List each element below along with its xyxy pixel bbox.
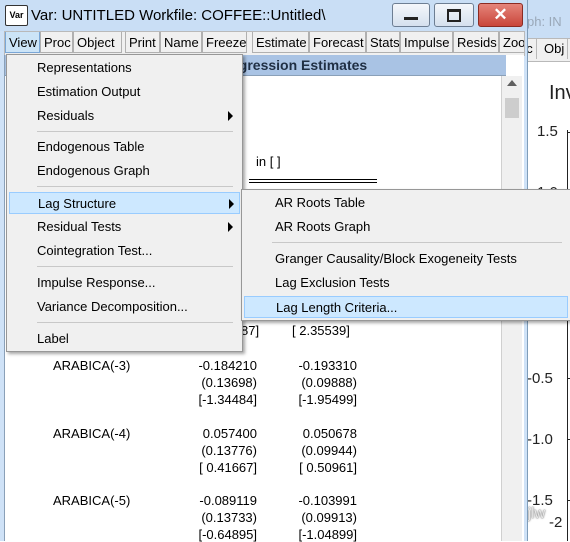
close-icon: ✕ [493,5,508,24]
menu-item-residuals[interactable]: Residuals [9,105,238,127]
variable-label: ARABICA(-3) [53,358,131,373]
table-rule [249,179,377,180]
y-tick-label: -1.0 [527,431,553,448]
menu-item-estimation-output[interactable]: Estimation Output [9,81,238,103]
t-cell: [ 0.50961] [299,460,357,475]
variable-label: ARABICA(-4) [53,426,131,441]
menu-item-endogenous-graph[interactable]: Endogenous Graph [9,160,238,182]
y-tick-label: -2 [549,514,563,531]
name-button[interactable]: Name [160,32,202,53]
stats-button[interactable]: Stats [366,32,400,53]
coef-cell: -0.193310 [298,358,357,373]
variable-label: ARABICA(-5) [53,493,131,508]
scroll-thumb[interactable] [505,98,519,118]
forecast-button[interactable]: Forecast [309,32,366,53]
graph-title: Inv [549,82,570,104]
t-cell: [ 0.41667] [199,460,257,475]
t-cell: [-0.64895] [198,527,257,542]
freeze-button[interactable]: Freeze [202,32,247,53]
se-cell: (0.09913) [301,510,357,525]
menu-item-impulse-response[interactable]: Impulse Response... [9,272,238,294]
object-button[interactable]: Object [73,32,122,53]
submenu-arrow-icon [228,111,233,121]
menu-separator [37,131,233,132]
view-menu: Representations Estimation Output Residu… [6,54,243,352]
y-tick-label: 1.5 [537,123,558,140]
maximize-button[interactable] [434,3,474,27]
maximize-icon [447,9,461,22]
coef-cell: [ 2.35539] [292,323,350,338]
lag-structure-submenu: AR Roots Table AR Roots Graph Granger Ca… [241,189,570,321]
menu-item-variance-decomposition[interactable]: Variance Decomposition... [9,296,238,318]
submenu-arrow-icon [228,222,233,232]
t-cell: [-1.95499] [298,392,357,407]
menu-item-label: Residual Tests [37,219,122,234]
menu-item-lag-structure[interactable]: Lag Structure [9,192,240,214]
menu-item-representations[interactable]: Representations [9,57,238,79]
estimate-button[interactable]: Estimate [252,32,309,53]
coef-cell: -0.089119 [199,493,257,508]
menu-item-endogenous-table[interactable]: Endogenous Table [9,136,238,158]
menu-item-lag-exclusion-tests[interactable]: Lag Exclusion Tests [244,272,566,294]
resids-button[interactable]: Resids [453,32,499,53]
se-cell: (0.13776) [201,443,257,458]
se-cell: (0.09944) [301,443,357,458]
se-cell: (0.13733) [201,510,257,525]
var-app-icon[interactable]: Var [5,5,28,26]
menu-item-label[interactable]: Label [9,328,238,350]
window-title: Var: UNTITLED Workfile: COFFEE::Untitled… [31,7,326,24]
menu-item-granger-causality[interactable]: Granger Causality/Block Exogeneity Tests [244,248,566,270]
impulse-button[interactable]: Impulse [400,32,453,53]
coef-cell: 0.057400 [202,426,257,441]
minimize-button[interactable] [392,3,430,27]
menu-item-cointegration-test[interactable]: Cointegration Test... [9,240,238,262]
background-object-button[interactable]: Obj [541,39,569,59]
menu-item-ar-roots-graph[interactable]: AR Roots Graph [244,216,566,238]
menu-separator [37,266,233,267]
background-window-title: ph: IN [527,14,562,29]
menu-separator [37,322,233,323]
title-bar[interactable]: Var Var: UNTITLED Workfile: COFFEE::Unti… [0,0,527,31]
partial-output-text: in [ ] [256,154,281,169]
t-cell: [-1.04899] [298,527,357,542]
t-cell: [-1.34484] [198,392,257,407]
submenu-arrow-icon [229,199,234,209]
coef-cell: -0.103991 [298,493,357,508]
menu-item-label: Lag Structure [38,196,117,211]
y-tick-label: -0.5 [527,370,553,387]
menu-item-lag-length-criteria[interactable]: Lag Length Criteria... [244,296,568,318]
coef-cell: -0.184210 [198,358,257,373]
minimize-icon [404,17,418,20]
menu-separator [272,242,562,243]
menu-separator [37,186,233,187]
print-button[interactable]: Print [125,32,160,53]
toolbar: View Proc Object Print Name Freeze Estim… [4,31,525,56]
se-cell: (0.13698) [201,375,257,390]
close-button[interactable]: ✕ [478,3,523,27]
menu-item-residual-tests[interactable]: Residual Tests [9,216,238,238]
se-cell: (0.09888) [301,375,357,390]
view-button[interactable]: View [5,32,40,53]
menu-item-ar-roots-table[interactable]: AR Roots Table [244,192,566,214]
table-rule [249,182,377,183]
coef-cell: 87] [241,323,260,338]
output-header-title: egression Estimates [231,57,368,73]
menu-item-label: Residuals [37,108,95,123]
zoom-button[interactable]: Zoo [499,32,524,53]
proc-button[interactable]: Proc [40,32,73,53]
scroll-up-arrow-icon[interactable] [507,80,517,86]
coef-cell: 0.050678 [302,426,357,441]
